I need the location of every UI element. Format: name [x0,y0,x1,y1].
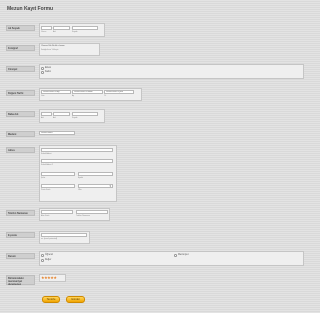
email-sub: ex: [email protected] [41,238,58,240]
gender-box: Erkek Kadın [39,64,304,79]
status-box: Öğrenci Değer Mezuniyet [39,251,304,266]
marital-label: Medeni [6,131,35,137]
first-name-input[interactable] [53,26,70,30]
clear-button[interactable]: Temizle [42,296,60,303]
status-label: Durum [6,253,35,259]
rating-label: Birimimizdeki memnuniyet durumunuz [6,275,35,286]
address-box: Sokak Adresi Sokak Adresi 2 Şehir Eyalet… [39,145,117,202]
email-input[interactable] [41,233,87,237]
gender-male-label: Erkek [45,66,51,69]
marital-select[interactable]: Please Select [39,131,75,135]
chevron-down-icon: ▾ [109,184,111,188]
street-input[interactable] [41,148,113,152]
gender-female-radio[interactable] [41,71,44,74]
photo-hint: Fotoğrafınızı Yükleyin [41,49,59,51]
status-student-radio[interactable] [41,254,44,257]
phone-sub: Telefon Numarası [76,215,91,217]
father-first-input[interactable] [53,112,70,116]
state-input[interactable] [78,172,113,176]
father-title-input[interactable] [41,112,52,116]
status-other-label: Değer [45,258,52,261]
zip-sub: Posta Kodu [41,189,51,191]
email-label: E-posta [6,232,35,238]
father-last-input[interactable] [72,112,98,116]
zip-input[interactable] [41,184,75,188]
father-title-sub: Adı [41,117,44,119]
birth-day-sub: Gün [41,95,45,97]
status-graduate-label: Mezuniyet [178,253,189,256]
last-name-input[interactable] [72,26,98,30]
country-select[interactable]: ▾ [78,184,113,188]
no-file-text: No file chosen [52,45,65,47]
status-student-label: Öğrenci [45,253,54,256]
choose-file-button[interactable]: Choose File [41,45,52,47]
name-box: Ünvan Adı Soyadı [39,23,105,37]
birthdate-box: Please select a day Please select a mont… [39,88,142,101]
rating-stars[interactable]: ★★★★★ [41,275,57,280]
birth-month-select[interactable]: Please select a month [72,90,103,94]
status-other-radio[interactable] [41,259,44,262]
status-graduate-radio[interactable] [174,254,177,257]
title-input[interactable] [41,26,52,30]
phone-input[interactable] [76,210,108,214]
country-sub: Ülke [78,189,82,191]
area-code-sub: Alan Kodu [41,215,50,217]
street-sub: Sokak Adresi [41,153,52,155]
submit-button[interactable]: Gönder [66,296,85,303]
city-sub: Şehir [41,177,46,179]
first-name-sub: Adı [53,31,56,33]
gender-female-label: Kadın [45,70,52,73]
birth-month-sub: Ay [72,95,75,97]
title-sub: Ünvan [41,31,47,33]
last-name-sub: Soyadı [72,31,78,33]
father-label: Baba Adı [6,111,35,117]
phone-label: Telefon Numarası [6,210,35,216]
photo-box: Choose File No file chosen Fotoğrafınızı… [39,43,100,56]
street2-sub: Sokak Adresi 2 [41,164,53,166]
address-label: Adres [6,147,35,153]
birth-year-sub: Yıl [104,95,107,97]
birth-year-select[interactable]: Please select a year [104,90,134,94]
birth-day-select[interactable]: Please select a day [41,90,71,94]
father-box: Adı Adı Soyadı [39,109,105,123]
page-title: Mezun Kayıt Formu [7,6,54,12]
email-box: ex: [email protected] [39,231,90,244]
birthdate-label: Doğum Tarihi [6,90,35,96]
father-last-sub: Soyadı [72,117,78,119]
gender-male-radio[interactable] [41,67,44,70]
father-first-sub: Adı [53,117,56,119]
street2-input[interactable] [41,159,113,163]
rating-box: ★★★★★ [39,274,66,282]
photo-label: Fotoğraf [6,45,35,51]
area-code-input[interactable] [41,210,73,214]
gender-label: Cinsiyet [6,66,35,72]
state-sub: Eyalet [78,177,83,179]
phone-box: Alan Kodu Telefon Numarası [39,208,110,221]
name-label: Ad Soyadı [6,25,35,31]
city-input[interactable] [41,172,75,176]
